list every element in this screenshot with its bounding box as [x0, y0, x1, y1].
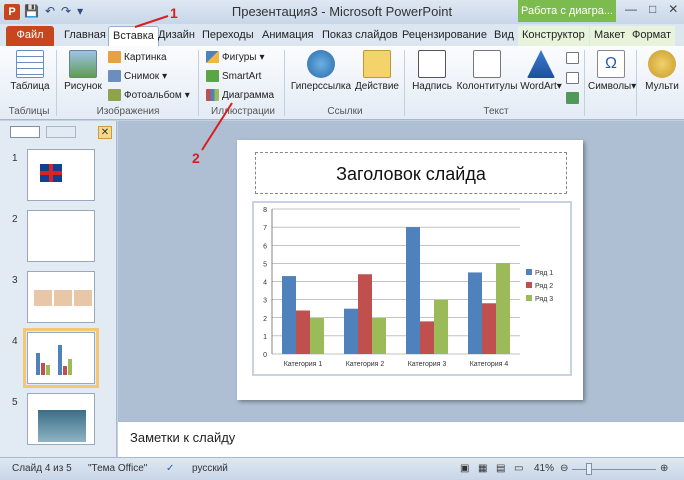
annotation-arrow-1 [134, 15, 169, 28]
annotation-label-1: 1 [170, 5, 178, 21]
powerpoint-window: P 💾 ↶ ↷ ▾ Презентация3 - Microsoft Power… [0, 0, 684, 480]
annotation-label-2: 2 [192, 150, 200, 166]
annotation-arrow-2 [201, 102, 233, 151]
annotation-overlay [134, 15, 233, 151]
